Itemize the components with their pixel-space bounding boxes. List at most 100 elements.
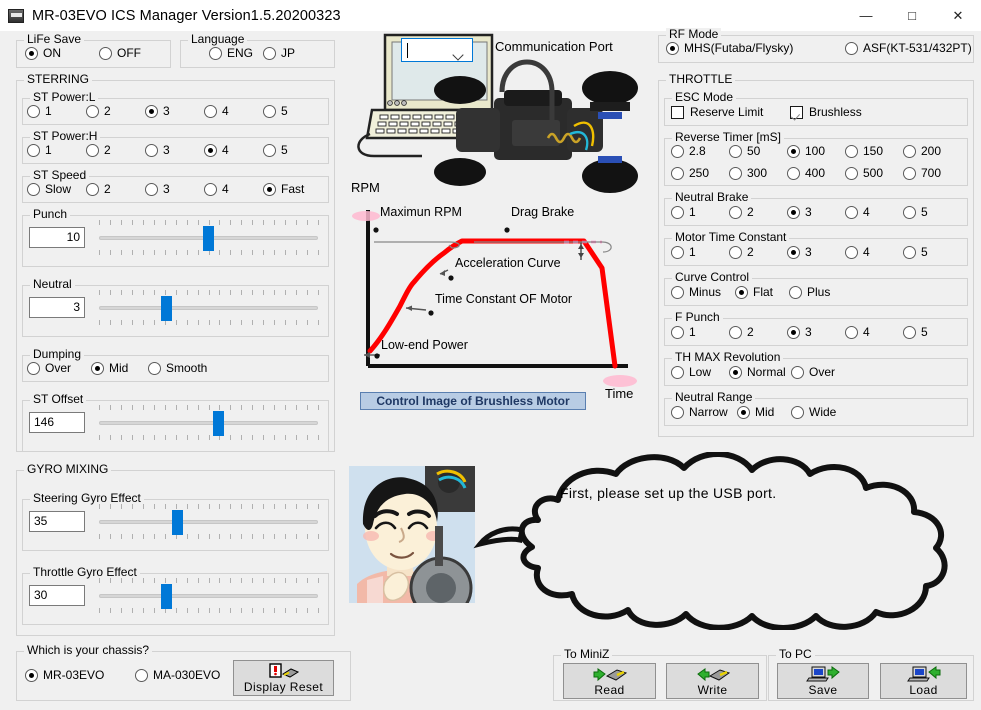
radio-label: 2 bbox=[104, 104, 111, 118]
communication-port-combobox[interactable] bbox=[401, 38, 473, 62]
checkbox-reserve-limit[interactable]: Reserve Limit bbox=[671, 105, 763, 119]
load-button[interactable]: Load bbox=[880, 663, 967, 699]
radio-reverse-timer-150[interactable]: 150 bbox=[845, 144, 883, 158]
radio-motor-time-constant-1[interactable]: 1 bbox=[671, 245, 696, 259]
display-reset-label: Display Reset bbox=[244, 680, 323, 694]
radio-chassis-mr03evo[interactable]: MR-03EVO bbox=[25, 668, 104, 682]
radio-motor-time-constant-2[interactable]: 2 bbox=[729, 245, 754, 259]
th-max-revolution-group: TH MAX Revolution Low Normal Over bbox=[664, 358, 968, 386]
radio-neutral-brake-2[interactable]: 2 bbox=[729, 205, 754, 219]
radio-st-power-l-5[interactable]: 5 bbox=[263, 104, 288, 118]
punch-slider-thumb[interactable] bbox=[203, 226, 214, 251]
minimize-button[interactable]: — bbox=[843, 0, 889, 31]
radio-th-max-low[interactable]: Low bbox=[671, 365, 711, 379]
radio-label: Normal bbox=[747, 365, 786, 379]
checkbox-brushless[interactable]: Brushless bbox=[790, 105, 862, 119]
radio-dumping-over[interactable]: Over bbox=[27, 361, 71, 375]
neutral-slider-thumb[interactable] bbox=[161, 296, 172, 321]
punch-slider[interactable]: 10 bbox=[29, 218, 322, 262]
radio-th-max-normal[interactable]: Normal bbox=[729, 365, 786, 379]
punch-value-field[interactable]: 10 bbox=[29, 227, 85, 248]
steering-gyro-effect-slider[interactable]: 35 bbox=[29, 502, 322, 546]
st-offset-slider-thumb[interactable] bbox=[213, 411, 224, 436]
radio-dot-icon bbox=[729, 366, 742, 379]
radio-f-punch-4[interactable]: 4 bbox=[845, 325, 870, 339]
radio-motor-time-constant-5[interactable]: 5 bbox=[903, 245, 928, 259]
radio-st-power-h-2[interactable]: 2 bbox=[86, 143, 111, 157]
radio-st-power-h-5[interactable]: 5 bbox=[263, 143, 288, 157]
radio-st-speed-2[interactable]: 2 bbox=[86, 182, 111, 196]
punch-slider-track[interactable] bbox=[99, 218, 322, 257]
write-button[interactable]: Write bbox=[666, 663, 759, 699]
radio-life-save-off[interactable]: OFF bbox=[99, 46, 141, 60]
throttle-gyro-effect-thumb[interactable] bbox=[161, 584, 172, 609]
radio-curve-control-flat[interactable]: Flat bbox=[735, 285, 773, 299]
radio-st-power-l-3[interactable]: 3 bbox=[145, 104, 170, 118]
radio-label: 2 bbox=[747, 205, 754, 219]
radio-st-power-h-3[interactable]: 3 bbox=[145, 143, 170, 157]
steering-gyro-effect-track[interactable] bbox=[99, 502, 322, 541]
radio-f-punch-1[interactable]: 1 bbox=[671, 325, 696, 339]
radio-st-power-h-4[interactable]: 4 bbox=[204, 143, 229, 157]
radio-motor-time-constant-3[interactable]: 3 bbox=[787, 245, 812, 259]
radio-reverse-timer-400[interactable]: 400 bbox=[787, 166, 825, 180]
radio-st-speed-4[interactable]: 4 bbox=[204, 182, 229, 196]
radio-neutral-range-narrow[interactable]: Narrow bbox=[671, 405, 728, 419]
radio-st-power-h-1[interactable]: 1 bbox=[27, 143, 52, 157]
radio-st-speed-slow[interactable]: Slow bbox=[27, 182, 71, 196]
radio-neutral-brake-1[interactable]: 1 bbox=[671, 205, 696, 219]
throttle-gyro-effect-value-field[interactable]: 30 bbox=[29, 585, 85, 606]
radio-dumping-smooth[interactable]: Smooth bbox=[148, 361, 207, 375]
radio-language-jp[interactable]: JP bbox=[263, 46, 295, 60]
radio-dumping-mid[interactable]: Mid bbox=[91, 361, 128, 375]
radio-rf-mode-mhs[interactable]: MHS(Futaba/Flysky) bbox=[666, 41, 793, 55]
radio-st-power-l-1[interactable]: 1 bbox=[27, 104, 52, 118]
radio-language-eng[interactable]: ENG bbox=[209, 46, 253, 60]
neutral-value-field[interactable]: 3 bbox=[29, 297, 85, 318]
radio-rf-mode-asf[interactable]: ASF(KT-531/432PT) bbox=[845, 41, 972, 55]
radio-f-punch-5[interactable]: 5 bbox=[903, 325, 928, 339]
gyro-mixing-legend: GYRO MIXING bbox=[24, 463, 111, 476]
radio-neutral-range-mid[interactable]: Mid bbox=[737, 405, 774, 419]
radio-f-punch-3[interactable]: 3 bbox=[787, 325, 812, 339]
read-button[interactable]: Read bbox=[563, 663, 656, 699]
radio-f-punch-2[interactable]: 2 bbox=[729, 325, 754, 339]
st-offset-slider[interactable]: 146 bbox=[29, 403, 322, 447]
radio-th-max-over[interactable]: Over bbox=[791, 365, 835, 379]
chevron-down-icon[interactable] bbox=[452, 43, 468, 59]
radio-chassis-ma030evo[interactable]: MA-030EVO bbox=[135, 668, 220, 682]
radio-life-save-on[interactable]: ON bbox=[25, 46, 61, 60]
radio-reverse-timer-100[interactable]: 100 bbox=[787, 144, 825, 158]
radio-reverse-timer-50[interactable]: 50 bbox=[729, 144, 760, 158]
radio-curve-control-minus[interactable]: Minus bbox=[671, 285, 721, 299]
radio-reverse-timer-250[interactable]: 250 bbox=[671, 166, 709, 180]
steering-gyro-effect-thumb[interactable] bbox=[172, 510, 183, 535]
radio-st-speed-3[interactable]: 3 bbox=[145, 182, 170, 196]
radio-neutral-brake-3[interactable]: 3 bbox=[787, 205, 812, 219]
radio-reverse-timer-700[interactable]: 700 bbox=[903, 166, 941, 180]
instructor-avatar bbox=[349, 466, 475, 603]
radio-st-speed-fast[interactable]: Fast bbox=[263, 182, 304, 196]
steering-gyro-effect-value-field[interactable]: 35 bbox=[29, 511, 85, 532]
throttle-gyro-effect-track[interactable] bbox=[99, 576, 322, 615]
throttle-gyro-effect-slider[interactable]: 30 bbox=[29, 576, 322, 620]
neutral-slider[interactable]: 3 bbox=[29, 288, 322, 332]
close-button[interactable]: ✕ bbox=[935, 0, 981, 31]
neutral-slider-track[interactable] bbox=[99, 288, 322, 327]
radio-reverse-timer-500[interactable]: 500 bbox=[845, 166, 883, 180]
maximize-button[interactable]: □ bbox=[889, 0, 935, 31]
radio-st-power-l-2[interactable]: 2 bbox=[86, 104, 111, 118]
radio-reverse-timer-200[interactable]: 200 bbox=[903, 144, 941, 158]
radio-reverse-timer-2-8[interactable]: 2.8 bbox=[671, 144, 706, 158]
radio-neutral-range-wide[interactable]: Wide bbox=[791, 405, 836, 419]
radio-reverse-timer-300[interactable]: 300 bbox=[729, 166, 767, 180]
radio-curve-control-plus[interactable]: Plus bbox=[789, 285, 830, 299]
display-reset-button[interactable]: Display Reset bbox=[233, 660, 334, 696]
save-button[interactable]: Save bbox=[777, 663, 869, 699]
radio-neutral-brake-4[interactable]: 4 bbox=[845, 205, 870, 219]
radio-st-power-l-4[interactable]: 4 bbox=[204, 104, 229, 118]
st-offset-value-field[interactable]: 146 bbox=[29, 412, 85, 433]
st-offset-slider-track[interactable] bbox=[99, 403, 322, 442]
radio-motor-time-constant-4[interactable]: 4 bbox=[845, 245, 870, 259]
radio-neutral-brake-5[interactable]: 5 bbox=[903, 205, 928, 219]
